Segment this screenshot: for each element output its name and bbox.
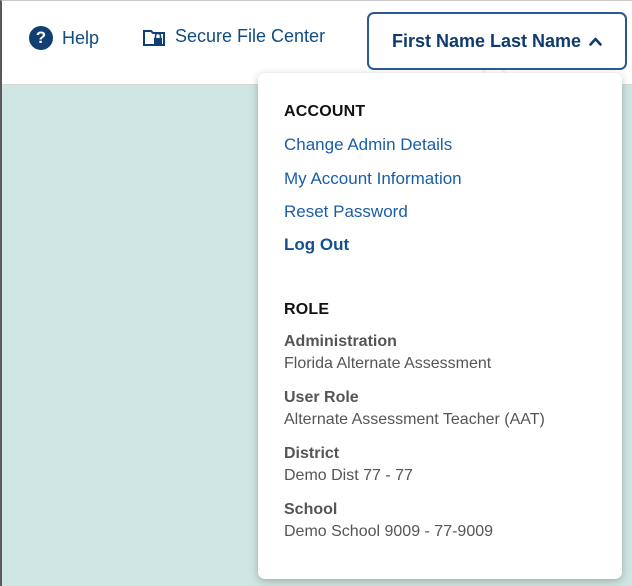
folder-lock-icon	[143, 29, 165, 46]
account-dropdown-menu: ACCOUNT Change Admin Details My Account …	[258, 73, 622, 579]
help-link[interactable]: ? Help	[29, 26, 99, 50]
school-label: School	[284, 501, 338, 518]
chevron-up-icon	[589, 37, 602, 46]
reset-password-link[interactable]: Reset Password	[284, 202, 408, 222]
my-account-information-link[interactable]: My Account Information	[284, 169, 462, 189]
user-name-label: First Name Last Name	[391, 30, 582, 51]
district-value: Demo Dist 77 - 77	[284, 467, 413, 484]
district-label: District	[284, 445, 340, 462]
change-admin-details-link[interactable]: Change Admin Details	[284, 135, 452, 155]
help-label: Help	[62, 27, 100, 48]
user-role-value: Alternate Assessment Teacher (AAT)	[284, 411, 545, 428]
school-value: Demo School 9009 - 77-9009	[284, 523, 494, 540]
user-menu-button[interactable]: First Name Last Name	[367, 12, 627, 70]
question-circle-icon: ?	[29, 26, 53, 50]
secure-file-center-label: Secure File Center	[175, 26, 326, 46]
log-out-link[interactable]: Log Out	[284, 235, 349, 255]
administration-label: Administration	[284, 333, 397, 350]
administration-value: Florida Alternate Assessment	[284, 355, 492, 372]
role-heading: ROLE	[284, 301, 330, 318]
user-role-label: User Role	[284, 389, 359, 406]
secure-file-center-link[interactable]: Secure File Center	[142, 26, 325, 47]
account-heading: ACCOUNT	[284, 103, 366, 120]
